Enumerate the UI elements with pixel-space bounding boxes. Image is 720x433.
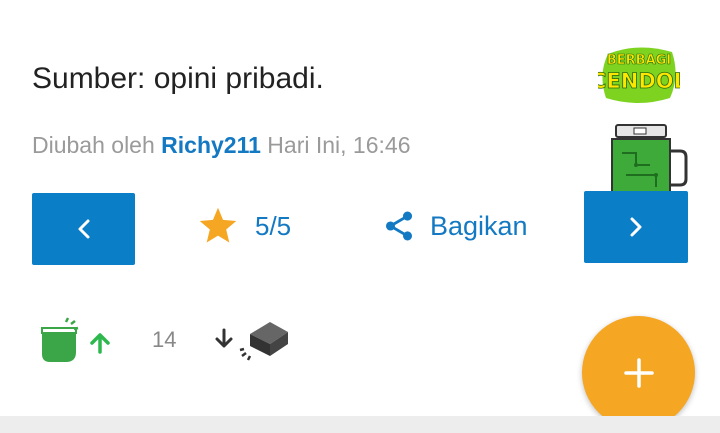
edited-user-link[interactable]: Richy211 <box>161 132 261 158</box>
rating-value: 5/5 <box>255 210 292 241</box>
berbagi-cendol-logo[interactable]: BERBAGI CENDOL <box>591 40 687 113</box>
post-text: Sumber: opini pribadi. <box>32 62 324 95</box>
chevron-left-icon <box>78 219 89 239</box>
cendol-upvote-icon[interactable] <box>38 316 114 364</box>
svg-text:BERBAGI: BERBAGI <box>607 53 671 68</box>
star-icon <box>199 207 237 243</box>
add-fab-button[interactable] <box>582 316 695 429</box>
vote-area: 14 <box>38 316 292 364</box>
share-label: Bagikan <box>430 210 528 241</box>
rating[interactable]: 5/5 <box>197 206 291 246</box>
share-icon <box>385 211 413 241</box>
share-button[interactable]: Bagikan <box>382 208 528 244</box>
next-button[interactable] <box>584 191 688 263</box>
bata-downvote-icon[interactable] <box>212 316 292 364</box>
plus-icon <box>623 357 654 388</box>
edit-info: Diubah oleh Richy211 Hari Ini, 16:46 <box>32 132 411 159</box>
chevron-right-icon <box>630 217 642 237</box>
previous-button[interactable] <box>32 193 135 265</box>
svg-text:CENDOL: CENDOL <box>598 69 680 93</box>
vote-count: 14 <box>152 327 177 352</box>
edited-time: Hari Ini, 16:46 <box>267 132 411 158</box>
edited-prefix: Diubah oleh <box>32 132 155 158</box>
bottom-divider <box>0 416 720 433</box>
